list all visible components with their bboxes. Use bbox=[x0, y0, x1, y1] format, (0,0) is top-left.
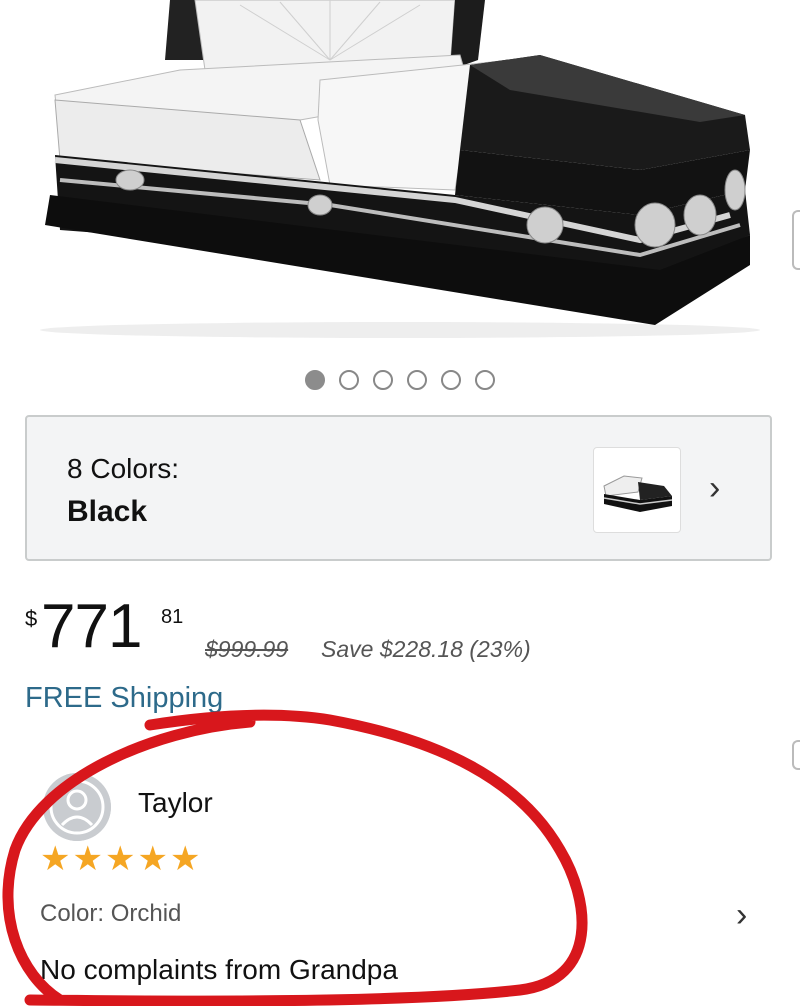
carousel-dot[interactable] bbox=[475, 370, 495, 390]
carousel-dot[interactable] bbox=[373, 370, 393, 390]
price-whole: 771 bbox=[41, 592, 142, 661]
selected-color: Black bbox=[67, 495, 148, 528]
price-currency: $ bbox=[25, 606, 38, 631]
image-carousel-dots[interactable] bbox=[0, 370, 800, 390]
reviewer-name: Taylor bbox=[138, 787, 213, 818]
carousel-dot[interactable] bbox=[339, 370, 359, 390]
chevron-right-icon[interactable]: › bbox=[736, 896, 747, 935]
carousel-dot[interactable] bbox=[441, 370, 461, 390]
scroll-edge-indicator bbox=[792, 740, 800, 770]
savings-text: Save $228.18 (23%) bbox=[321, 636, 531, 662]
star-icon: ★ bbox=[72, 840, 103, 878]
star-icon: ★ bbox=[169, 840, 201, 878]
review-text[interactable]: No complaints from Grandpa bbox=[40, 954, 398, 986]
carousel-dot[interactable] bbox=[305, 370, 325, 390]
color-selector[interactable]: 8 Colors: Black › bbox=[25, 415, 772, 561]
star-icon: ★ bbox=[104, 840, 136, 878]
chevron-right-icon[interactable]: › bbox=[709, 469, 720, 508]
product-page: 8 Colors: Black › $ 771 81 $999.99 Save … bbox=[0, 0, 800, 1006]
star-icon: ★ bbox=[40, 840, 71, 878]
avatar bbox=[43, 773, 111, 841]
price-fraction: 81 bbox=[161, 606, 184, 628]
carousel-dot[interactable] bbox=[407, 370, 427, 390]
star-icon: ★ bbox=[137, 840, 168, 878]
price-block: $ 771 81 $999.99 Save $228.18 (23%) bbox=[25, 596, 785, 666]
product-image[interactable] bbox=[0, 0, 800, 350]
color-count-label: 8 Colors: bbox=[67, 453, 180, 484]
scroll-edge-indicator bbox=[792, 210, 800, 270]
star-rating: ★ ★ ★ ★ ★ bbox=[40, 842, 200, 876]
list-price: $999.99 bbox=[205, 636, 289, 662]
color-thumbnail[interactable] bbox=[593, 447, 681, 533]
free-shipping-link[interactable]: FREE Shipping bbox=[25, 682, 223, 715]
review-color: Color: Orchid bbox=[40, 900, 182, 927]
